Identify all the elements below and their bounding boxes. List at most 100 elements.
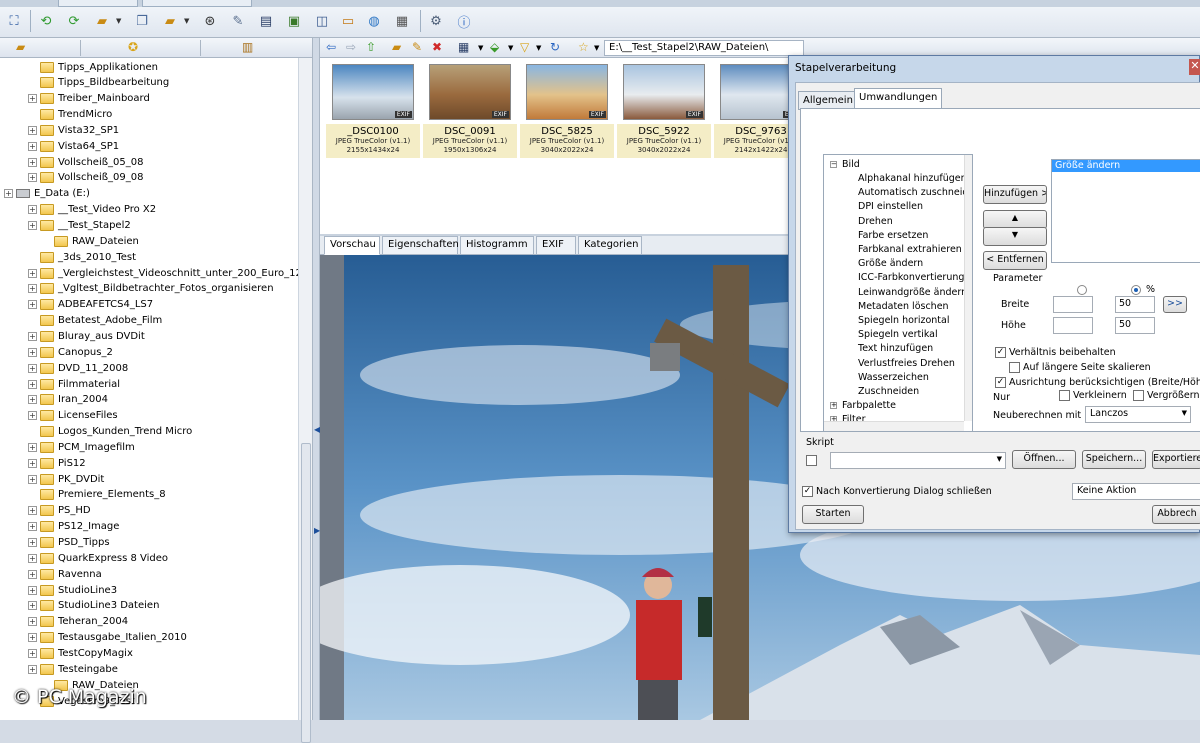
refresh-icon[interactable]: ↻ [550, 40, 560, 54]
image-edit-icon[interactable]: ✎ [228, 11, 248, 31]
tree-item[interactable]: + _Vgltest_Bildbetrachter_Fotos_organisie… [28, 281, 274, 297]
expand-toggle-icon[interactable]: + [28, 221, 37, 230]
forward-green-icon[interactable]: ⟳ [64, 11, 84, 31]
tree-scrollbar[interactable] [298, 58, 312, 743]
keep-ratio-checkbox[interactable]: ✓ [995, 347, 1006, 358]
window-tab[interactable] [142, 0, 252, 7]
chevron-down-icon[interactable]: ▼ [536, 44, 541, 52]
function-item[interactable]: Leinwandgröße ändern [858, 287, 967, 298]
function-tree[interactable]: Bild − Alphakanal hinzufügen Automatisch zu… [823, 154, 973, 432]
height-pixel-field[interactable] [1053, 317, 1093, 334]
expand-toggle-icon[interactable]: + [28, 553, 37, 563]
add-button[interactable]: Hinzufügen > [983, 185, 1047, 204]
tree-item[interactable]: + Testausgabe_Italien_2010 [28, 630, 187, 646]
shrink-checkbox[interactable] [1059, 390, 1070, 401]
tree-item[interactable]: + PS_HD [28, 503, 91, 519]
info-icon[interactable]: ⓘ [454, 11, 474, 31]
function-item[interactable]: DPI einstellen [858, 201, 923, 212]
thumbnail-item[interactable]: EXIF DSC_0091 JPEG TrueColor (v1.1) 1950x13… [423, 64, 517, 176]
folder-star-icon[interactable]: ▰ [92, 11, 112, 31]
orientation-checkbox[interactable]: ✓ [995, 377, 1006, 388]
expand-toggle-icon[interactable]: + [28, 284, 37, 294]
expand-toggle-icon[interactable]: + [28, 363, 37, 373]
chevron-down-icon[interactable]: ▼ [594, 44, 599, 52]
presentation-icon[interactable]: ▭ [338, 11, 358, 31]
expand-toggle-icon[interactable]: + [28, 601, 37, 611]
tree-item[interactable]: + TestCopyMagix [28, 645, 133, 661]
width-percent-field[interactable]: 50 [1115, 296, 1155, 313]
back-green-icon[interactable]: ⟲ [36, 11, 56, 31]
chevron-down-icon[interactable]: ▼ [508, 44, 513, 52]
binoculars-icon[interactable]: ⊛ [200, 11, 220, 31]
radio-percent[interactable] [1131, 285, 1141, 295]
fullscreen-icon[interactable]: ⛶ [4, 11, 24, 31]
slideshow-icon[interactable]: ▣ [284, 11, 304, 31]
expand-toggle-icon[interactable]: + [28, 411, 37, 421]
preview-tab[interactable]: Vorschau [324, 236, 380, 255]
expand-toggle-icon[interactable]: + [830, 402, 837, 410]
tree-item[interactable]: + StudioLine3 Dateien [28, 598, 159, 614]
expand-toggle-icon[interactable]: + [28, 379, 37, 389]
tree-root-label[interactable]: Bild [842, 159, 860, 170]
function-item[interactable]: Wasserzeichen [858, 372, 929, 383]
tree-item[interactable]: + StudioLine3 [28, 582, 117, 598]
function-item[interactable]: Zuschneiden [858, 386, 919, 397]
function-item[interactable]: Verlustfreies Drehen [858, 358, 955, 369]
tab-umwandlungen[interactable]: Umwandlungen [854, 88, 943, 109]
script-select[interactable]: ▼ [830, 452, 1006, 469]
function-item[interactable]: Farbe ersetzen [858, 230, 928, 241]
more-button[interactable]: >> [1163, 296, 1187, 313]
tree-item[interactable]: + LicenseFiles [28, 408, 118, 424]
rename-icon[interactable]: ✎ [412, 40, 422, 54]
expand-toggle-icon[interactable]: + [28, 569, 37, 579]
expand-toggle-icon[interactable]: + [28, 331, 37, 341]
settings-icon[interactable]: ⚙ [426, 11, 446, 31]
preview-tab[interactable]: EXIF [536, 236, 576, 255]
copy-icon[interactable]: ❐ [132, 11, 152, 31]
function-item[interactable]: Größe ändern [858, 258, 923, 269]
tree-item[interactable]: + __Test_Video Pro X2 [28, 202, 156, 218]
chevron-down-icon[interactable]: ▼ [478, 44, 483, 52]
tree-item[interactable]: + Vista32_SP1 [28, 122, 119, 138]
expand-toggle-icon[interactable]: + [4, 189, 13, 199]
up-arrow-icon[interactable]: ⇧ [366, 40, 376, 54]
tree-item[interactable]: + E_Data (E:) [4, 186, 90, 202]
expand-toggle-icon[interactable]: + [28, 125, 37, 135]
tree-item[interactable]: + Vista64_SP1 [28, 138, 119, 154]
view-mode-icon[interactable]: ▦ [458, 40, 469, 54]
tree-item[interactable]: + DVD_11_2008 [28, 360, 128, 376]
chevron-down-icon[interactable]: ▼ [116, 17, 121, 25]
tree-item[interactable]: + PS12_Image [28, 519, 119, 535]
expand-toggle-icon[interactable]: + [28, 648, 37, 658]
move-down-button[interactable]: ▼ [983, 227, 1047, 246]
thumbnail-item[interactable]: EXIF DSC_5825 JPEG TrueColor (v1.1) 3040x20… [520, 64, 614, 176]
expand-toggle-icon[interactable]: + [28, 94, 37, 104]
selected-operations-list[interactable]: Größe ändern [1051, 159, 1200, 263]
function-tree-scrollbar[interactable] [964, 155, 972, 421]
expand-toggle-icon[interactable]: + [28, 141, 37, 151]
expand-toggle-icon[interactable]: + [28, 395, 37, 405]
catalog-tab-icon[interactable]: ▥ [242, 40, 253, 54]
open-button[interactable]: Öffnen... [1012, 450, 1076, 469]
folder-tree[interactable]: Tipps_Applikationen Tipps_Bildbearbeitung… [0, 58, 298, 720]
tree-item[interactable]: _3ds_2010_Test [28, 249, 136, 265]
tree-item[interactable]: + Teheran_2004 [28, 614, 128, 630]
scanner-icon[interactable]: ▤ [256, 11, 276, 31]
width-pixel-field[interactable] [1053, 296, 1093, 313]
function-item[interactable]: Text hinzufügen [858, 343, 933, 354]
tree-item[interactable]: + Iran_2004 [28, 392, 108, 408]
expand-toggle-icon[interactable]: + [28, 506, 37, 516]
tree-item[interactable]: + Vollscheiß_09_08 [28, 170, 143, 186]
collapse-toggle-icon[interactable]: − [830, 161, 837, 168]
radio-pixel[interactable] [1077, 285, 1087, 295]
close-icon[interactable]: ✕ [1189, 59, 1200, 75]
function-category[interactable]: Farbpalette [842, 400, 896, 411]
expand-toggle-icon[interactable]: + [28, 300, 37, 310]
forward-arrow-icon[interactable]: ⇨ [346, 40, 356, 54]
favorites-tab-icon[interactable]: ✪ [128, 40, 138, 54]
script-checkbox[interactable] [806, 455, 817, 466]
thumbnail-item[interactable]: EXIF _DSC0100 JPEG TrueColor (v1.1) 2155x14… [326, 64, 420, 176]
preview-tab[interactable]: Kategorien [578, 236, 642, 255]
height-percent-field[interactable]: 50 [1115, 317, 1155, 334]
function-tree-hscrollbar[interactable] [824, 421, 964, 431]
